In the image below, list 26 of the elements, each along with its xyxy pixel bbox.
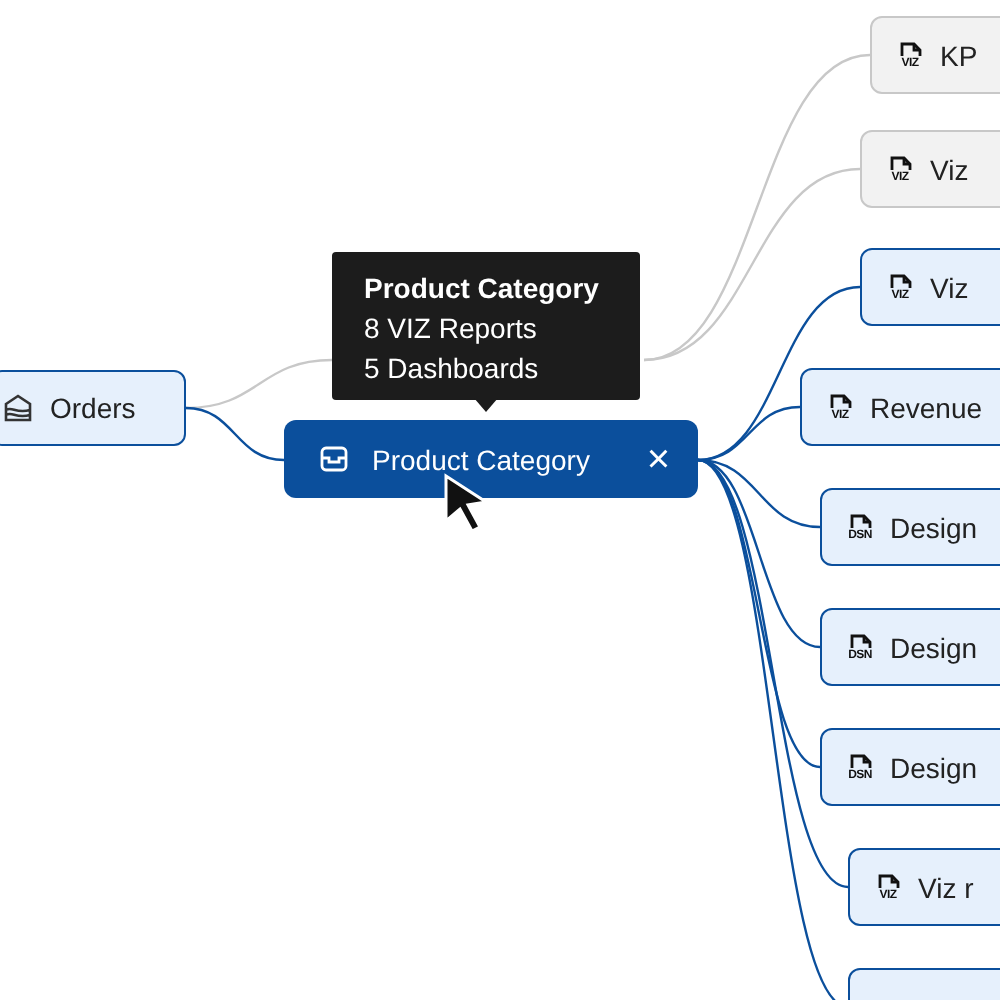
close-button[interactable]: × [646, 439, 670, 479]
document-icon [849, 513, 871, 529]
node-label: Viz r [918, 871, 974, 903]
document-icon [889, 273, 911, 289]
node-label: Design [890, 511, 978, 543]
tooltip-title: Product Category [364, 270, 601, 308]
inbox-icon [320, 446, 348, 472]
document-icon [829, 393, 851, 409]
document-icon [899, 41, 921, 57]
node-label: Revenue [870, 391, 983, 423]
node-label: Product Category [372, 443, 590, 475]
node-label: Orders [50, 392, 136, 424]
node-label: Design [890, 631, 978, 663]
tooltip-line: 5 Dashboards [364, 350, 541, 388]
document-icon [889, 155, 911, 171]
table-node[interactable]: Orders [0, 370, 186, 446]
node-label: Viz [930, 153, 969, 185]
database-icon [2, 392, 34, 424]
node-label: Design [890, 751, 978, 783]
document-icon [849, 633, 871, 649]
node-label: KP [940, 39, 978, 71]
node-label: Viz [930, 271, 969, 303]
tooltip-line: 8 VIZ Reports [364, 310, 539, 348]
document-icon [849, 753, 871, 769]
selected-node[interactable]: Product Category × [284, 420, 698, 498]
document-icon [877, 873, 899, 889]
